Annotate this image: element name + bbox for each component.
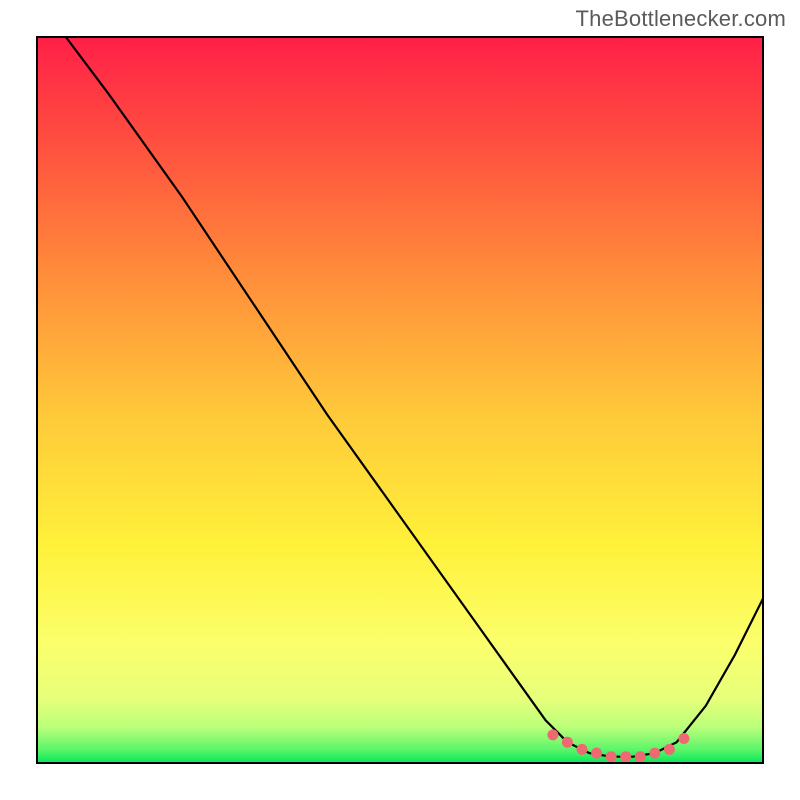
optimal-marker-dot	[664, 744, 675, 755]
optimal-marker-dot	[606, 751, 617, 762]
watermark-text: TheBottlenecker.com	[576, 6, 786, 32]
optimal-marker-dot	[577, 744, 588, 755]
optimal-marker-dot	[562, 737, 573, 748]
bottleneck-curve	[65, 36, 764, 757]
chart-container: TheBottlenecker.com	[0, 0, 800, 800]
optimal-marker-dot	[591, 748, 602, 759]
optimal-marker-dot	[678, 733, 689, 744]
curve-layer	[36, 36, 764, 764]
optimal-marker-dot	[635, 751, 646, 762]
optimal-marker-dot	[649, 748, 660, 759]
plot-area	[36, 36, 764, 764]
optimal-marker-dot	[547, 729, 558, 740]
optimal-marker-dot	[620, 751, 631, 762]
